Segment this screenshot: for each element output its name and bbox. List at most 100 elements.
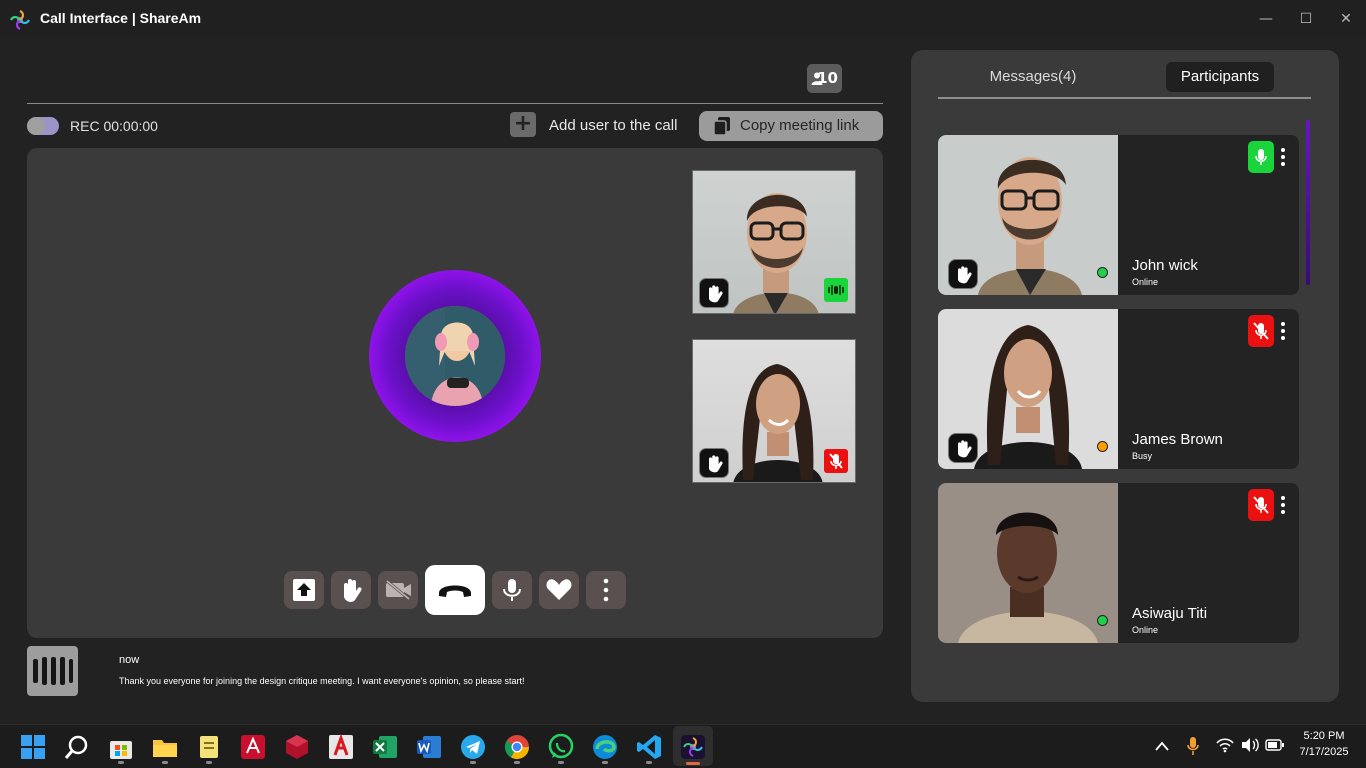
tab-participants[interactable]: Participants (1166, 62, 1274, 92)
participant-card[interactable]: Asiwaju Titi Online (938, 483, 1299, 643)
toggle-knob (27, 117, 45, 135)
add-user-button[interactable]: + (510, 112, 536, 137)
participant-status: Busy (1132, 451, 1153, 461)
react-button[interactable] (539, 571, 579, 609)
edge-icon[interactable] (591, 733, 619, 761)
caller-avatar[interactable] (405, 306, 505, 406)
excel-icon[interactable] (371, 733, 399, 761)
more-vertical-icon[interactable] (1278, 495, 1288, 515)
copy-meeting-link-button[interactable]: Copy meeting link (699, 111, 883, 141)
microphone-in-use-icon[interactable] (1186, 736, 1200, 756)
participant-count-badge[interactable]: 10 (807, 64, 842, 93)
acrobat-icon[interactable] (327, 733, 355, 761)
more-vertical-icon[interactable] (1278, 321, 1288, 341)
mic-off-icon[interactable] (1248, 315, 1274, 347)
minimize-button[interactable]: — (1253, 8, 1279, 30)
side-panel: Messages(4) Participants John wick Onlin… (911, 50, 1339, 702)
running-indicator (206, 761, 212, 764)
mic-off-icon[interactable] (1248, 489, 1274, 521)
notification-message: Thank you everyone for joining the desig… (119, 676, 525, 686)
add-user-label[interactable]: Add user to the call (549, 117, 677, 134)
tab-messages[interactable]: Messages(4) (971, 62, 1095, 92)
clock-time[interactable]: 5:20 PM (1292, 730, 1356, 742)
telegram-icon[interactable] (459, 733, 487, 761)
shaream-logo-icon (10, 10, 30, 30)
running-indicator (118, 761, 124, 764)
participant-status: Online (1132, 625, 1159, 635)
running-indicator (162, 761, 168, 764)
presence-online-indicator (1097, 615, 1108, 626)
maximize-button[interactable]: ☐ (1293, 8, 1319, 30)
tabs-divider (938, 97, 1311, 99)
raise-hand-icon (344, 579, 362, 602)
clock-date[interactable]: 7/17/2025 (1292, 746, 1356, 758)
active-indicator (686, 762, 700, 765)
end-call-icon (439, 585, 471, 597)
microsoft-store-icon[interactable] (107, 733, 135, 761)
window-title: Call Interface | ShareAm (40, 10, 202, 26)
whatsapp-icon[interactable] (547, 733, 575, 761)
word-icon[interactable] (415, 733, 443, 761)
raise-hand-icon[interactable] (699, 278, 729, 308)
presence-busy-indicator (1097, 441, 1108, 452)
audio-waveform-icon (27, 646, 78, 696)
microphone-icon (503, 579, 521, 601)
volume-icon[interactable] (1240, 737, 1260, 753)
share-screen-icon (293, 579, 315, 601)
mic-on-icon[interactable] (1248, 141, 1274, 173)
search-icon[interactable] (63, 733, 91, 761)
shaream-icon[interactable] (679, 733, 707, 761)
notepad-icon[interactable] (195, 733, 223, 761)
copy-meeting-link-label: Copy meeting link (740, 117, 860, 134)
running-indicator (558, 761, 564, 764)
video-tile[interactable] (692, 339, 856, 483)
title-bar: Call Interface | ShareAm — ☐ ✕ (0, 0, 1366, 38)
chevron-up-icon[interactable] (1154, 739, 1170, 753)
participant-photo (938, 483, 1118, 643)
raise-hand-icon[interactable] (699, 448, 729, 478)
participant-name: Asiwaju Titi (1132, 605, 1208, 622)
taskbar: 5:20 PM 7/17/2025 (0, 724, 1366, 768)
audio-active-icon (824, 278, 848, 302)
close-button[interactable]: ✕ (1333, 8, 1359, 30)
vscode-icon[interactable] (635, 733, 663, 761)
call-stage (27, 148, 883, 638)
recording-timer: REC 00:00:00 (70, 118, 158, 134)
running-indicator (602, 761, 608, 764)
wifi-icon[interactable] (1216, 737, 1234, 753)
participant-card[interactable]: James Brown Busy (938, 309, 1299, 469)
video-tile[interactable] (692, 170, 856, 314)
copy-icon (713, 117, 730, 136)
speaking-indicator-ring (369, 270, 541, 442)
chrome-icon[interactable] (503, 733, 531, 761)
more-vertical-icon[interactable] (1278, 147, 1288, 167)
windows-start-icon[interactable] (19, 733, 47, 761)
battery-icon[interactable] (1265, 738, 1285, 752)
recording-toggle[interactable] (27, 117, 59, 135)
raise-hand-icon[interactable] (948, 433, 978, 463)
running-indicator (514, 761, 520, 764)
participants-scrollbar[interactable] (1306, 120, 1310, 285)
autocad-icon[interactable] (239, 733, 267, 761)
notification-time: now (119, 654, 140, 666)
file-explorer-icon[interactable] (151, 733, 179, 761)
person-icon (811, 72, 823, 85)
revit-icon[interactable] (283, 733, 311, 761)
raise-hand-icon[interactable] (948, 259, 978, 289)
header-divider (27, 103, 883, 104)
end-call-button[interactable] (425, 565, 485, 615)
participant-status: Online (1132, 277, 1159, 287)
participant-card[interactable]: John wick Online (938, 135, 1299, 295)
mic-muted-icon (824, 449, 848, 473)
avatar-figure (405, 306, 505, 406)
more-options-button[interactable] (586, 571, 626, 609)
participant-name: James Brown (1132, 431, 1223, 448)
video-toggle-button[interactable] (378, 571, 418, 609)
heart-icon (546, 579, 572, 600)
microphone-button[interactable] (492, 571, 532, 609)
raise-hand-button[interactable] (331, 571, 371, 609)
share-screen-button[interactable] (284, 571, 324, 609)
more-vertical-icon (603, 578, 609, 602)
participant-name: John wick (1132, 257, 1198, 274)
running-indicator (646, 761, 652, 764)
